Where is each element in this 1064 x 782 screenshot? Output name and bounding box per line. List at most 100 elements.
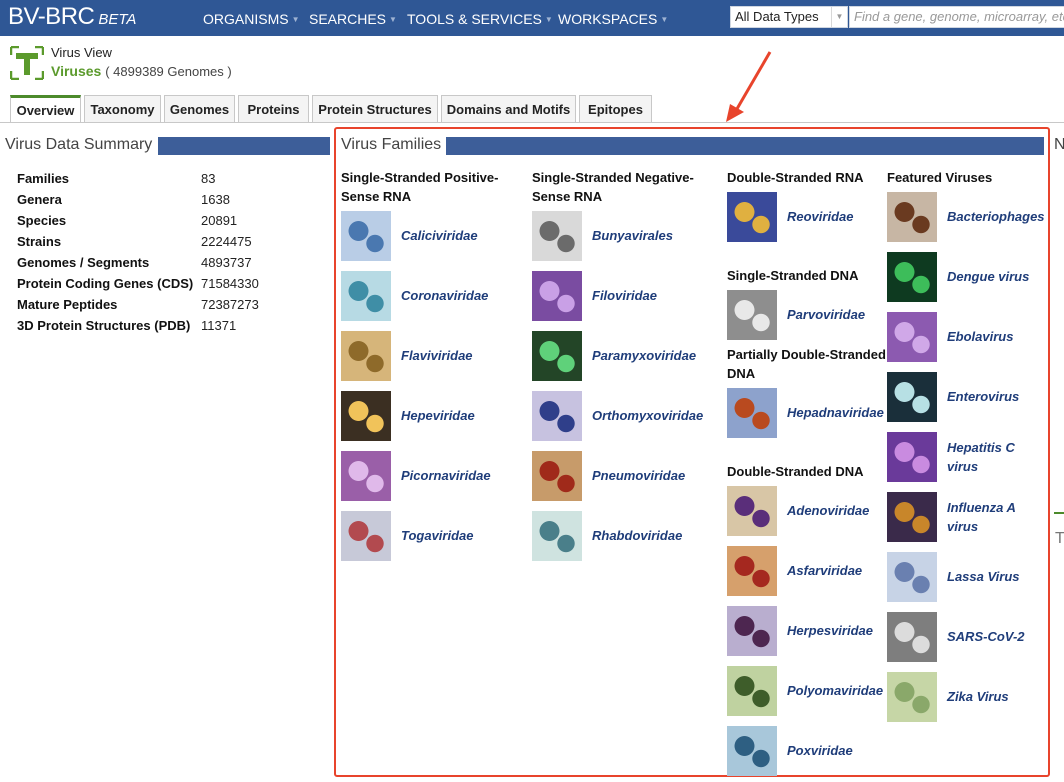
family-label[interactable]: Flaviviridae [401,346,531,365]
virus-thumbnail-icon[interactable] [727,666,777,716]
family-label[interactable]: Paramyxoviridae [592,346,722,365]
family-label[interactable]: Hepatitis C virus [947,438,1047,476]
tab-overview[interactable]: Overview [10,95,81,123]
taxon-link[interactable]: Viruses [51,63,101,79]
nav-searches[interactable]: SEARCHES ▼ [309,11,397,27]
tab-domains-motifs[interactable]: Domains and Motifs [441,95,576,123]
virus-thumbnail-icon[interactable] [341,391,391,441]
virus-thumbnail-icon[interactable] [341,451,391,501]
family-link-picornaviridae[interactable]: Picornaviridae [341,451,521,501]
family-link-bunyavirales[interactable]: Bunyavirales [532,211,712,261]
family-label[interactable]: Dengue virus [947,267,1047,286]
family-label[interactable]: Rhabdoviridae [592,526,722,545]
virus-thumbnail-icon[interactable] [887,192,937,242]
family-link-parvoviridae[interactable]: Parvoviridae [727,290,907,340]
family-link-hepatitis-c-virus[interactable]: Hepatitis C virus [887,432,1064,482]
virus-thumbnail-icon[interactable] [727,546,777,596]
family-link-paramyxoviridae[interactable]: Paramyxoviridae [532,331,712,381]
family-label[interactable]: Bunyavirales [592,226,722,245]
heading-partial-ds-dna: Partially Double-Stranded DNA [727,347,886,381]
virus-thumbnail-icon[interactable] [887,372,937,422]
family-link-herpesviridae[interactable]: Herpesviridae [727,606,907,656]
nav-organisms[interactable]: ORGANISMS ▼ [203,11,300,27]
data-type-select[interactable]: All Data Types ▼ [730,6,848,28]
heading-ss-negative-rna: Single-Stranded Negative-Sense RNA [532,170,694,204]
family-label[interactable]: Enterovirus [947,387,1047,406]
virus-thumbnail-icon[interactable] [887,252,937,302]
family-link-influenza-a-virus[interactable]: Influenza A virus [887,492,1064,542]
family-link-lassa-virus[interactable]: Lassa Virus [887,552,1064,602]
tab-taxonomy[interactable]: Taxonomy [84,95,161,123]
family-label[interactable]: Ebolavirus [947,327,1047,346]
family-label[interactable]: Caliciviridae [401,226,531,245]
family-link-hepeviridae[interactable]: Hepeviridae [341,391,521,441]
virus-thumbnail-icon[interactable] [532,211,582,261]
virus-thumbnail-icon[interactable] [532,451,582,501]
family-link-flaviviridae[interactable]: Flaviviridae [341,331,521,381]
tab-genomes[interactable]: Genomes [164,95,235,123]
virus-thumbnail-icon[interactable] [727,726,777,776]
family-link-adenoviridae[interactable]: Adenoviridae [727,486,907,536]
tab-proteins[interactable]: Proteins [238,95,309,123]
summary-row: Genera 1638 [17,192,230,207]
brand-logo[interactable]: BV-BRC BETA [8,3,136,31]
virus-thumbnail-icon[interactable] [887,552,937,602]
family-label[interactable]: Poxviridae [787,741,917,760]
nav-workspaces[interactable]: WORKSPACES ▼ [558,11,668,27]
family-link-zika-virus[interactable]: Zika Virus [887,672,1064,722]
family-label[interactable]: Pneumoviridae [592,466,722,485]
summary-row: Families 83 [17,171,216,186]
family-link-coronaviridae[interactable]: Coronaviridae [341,271,521,321]
family-label[interactable]: Lassa Virus [947,567,1047,586]
virus-thumbnail-icon[interactable] [727,192,777,242]
virus-thumbnail-icon[interactable] [887,432,937,482]
family-label[interactable]: Orthomyxoviridae [592,406,722,425]
family-link-ebolavirus[interactable]: Ebolavirus [887,312,1064,362]
family-label[interactable]: Influenza A virus [947,498,1047,536]
virus-thumbnail-icon[interactable] [727,290,777,340]
family-label[interactable]: Bacteriophages [947,207,1047,226]
family-link-filoviridae[interactable]: Filoviridae [532,271,712,321]
virus-thumbnail-icon[interactable] [532,391,582,441]
family-link-caliciviridae[interactable]: Caliciviridae [341,211,521,261]
family-label[interactable]: SARS-CoV-2 [947,627,1047,646]
virus-thumbnail-icon[interactable] [887,312,937,362]
virus-thumbnail-icon[interactable] [887,492,937,542]
family-link-reoviridae[interactable]: Reoviridae [727,192,907,242]
family-link-polyomaviridae[interactable]: Polyomaviridae [727,666,907,716]
virus-thumbnail-icon[interactable] [341,211,391,261]
family-label[interactable]: Coronaviridae [401,286,531,305]
search-input[interactable]: Find a gene, genome, microarray, etc. [849,6,1064,28]
family-link-poxviridae[interactable]: Poxviridae [727,726,907,776]
family-label[interactable]: Zika Virus [947,687,1047,706]
family-label[interactable]: Togaviridae [401,526,531,545]
virus-thumbnail-icon[interactable] [532,271,582,321]
family-label[interactable]: Filoviridae [592,286,722,305]
family-link-asfarviridae[interactable]: Asfarviridae [727,546,907,596]
family-link-bacteriophages[interactable]: Bacteriophages [887,192,1064,242]
nav-tools-services[interactable]: TOOLS & SERVICES ▼ [407,11,553,27]
virus-thumbnail-icon[interactable] [341,271,391,321]
family-link-pneumoviridae[interactable]: Pneumoviridae [532,451,712,501]
virus-thumbnail-icon[interactable] [887,612,937,662]
virus-thumbnail-icon[interactable] [341,511,391,561]
virus-thumbnail-icon[interactable] [532,331,582,381]
family-link-rhabdoviridae[interactable]: Rhabdoviridae [532,511,712,561]
family-label[interactable]: Hepeviridae [401,406,531,425]
virus-thumbnail-icon[interactable] [727,388,777,438]
family-link-hepadnaviridae[interactable]: Hepadnaviridae [727,388,907,438]
virus-thumbnail-icon[interactable] [341,331,391,381]
family-link-sars-cov-2[interactable]: SARS-CoV-2 [887,612,1064,662]
family-link-enterovirus[interactable]: Enterovirus [887,372,1064,422]
family-link-orthomyxoviridae[interactable]: Orthomyxoviridae [532,391,712,441]
family-link-togaviridae[interactable]: Togaviridae [341,511,521,561]
virus-thumbnail-icon[interactable] [727,606,777,656]
family-link-dengue-virus[interactable]: Dengue virus [887,252,1064,302]
tab-epitopes[interactable]: Epitopes [579,95,652,123]
virus-thumbnail-icon[interactable] [887,672,937,722]
family-label[interactable]: Picornaviridae [401,466,531,485]
summary-title: Virus Data Summary [5,136,153,153]
virus-thumbnail-icon[interactable] [727,486,777,536]
virus-thumbnail-icon[interactable] [532,511,582,561]
tab-protein-structures[interactable]: Protein Structures [312,95,438,123]
